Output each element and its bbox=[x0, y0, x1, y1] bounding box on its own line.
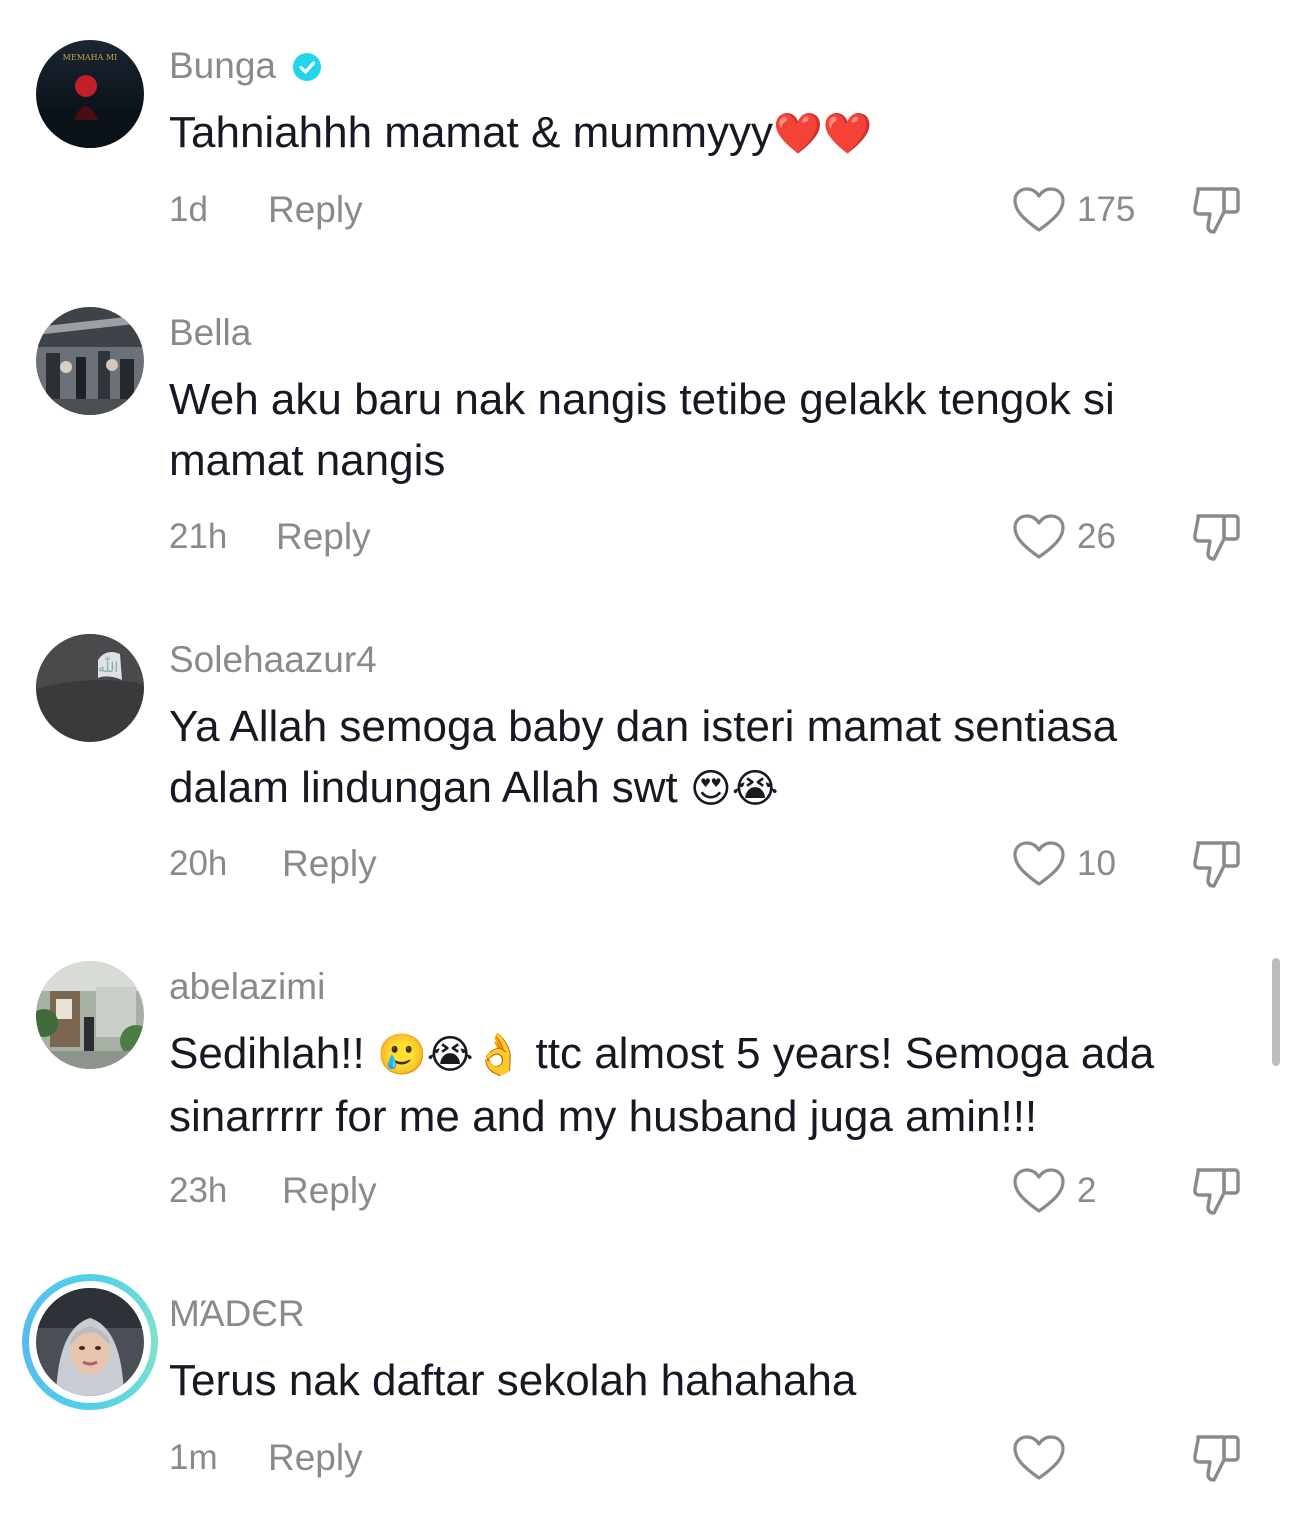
comment-text: Weh aku baru nak nangis tetibe gelakk te… bbox=[169, 375, 1115, 485]
reply-button[interactable]: Reply bbox=[268, 190, 363, 230]
avatar bbox=[36, 1288, 144, 1396]
scrollbar[interactable] bbox=[1272, 958, 1280, 1066]
comment-body: Tahniahhh mamat & mummyyy bbox=[169, 108, 773, 157]
comment-text: Terus nak daftar sekolah hahahaha bbox=[169, 1356, 857, 1405]
heart-outline-icon[interactable] bbox=[1012, 186, 1066, 234]
reply-button[interactable]: Reply bbox=[282, 1171, 377, 1211]
comment-time: 1m bbox=[169, 1438, 218, 1477]
like-count: 26 bbox=[1077, 517, 1116, 556]
avatar[interactable] bbox=[36, 961, 144, 1069]
reply-button[interactable]: Reply bbox=[268, 1438, 363, 1478]
username[interactable]: Solehaazur4 bbox=[169, 638, 377, 682]
comment-emojis: 😍😭 bbox=[690, 766, 779, 812]
thumbs-down-icon[interactable] bbox=[1190, 1165, 1246, 1217]
thumbs-down-icon[interactable] bbox=[1190, 184, 1246, 236]
comment-text: Ya Allah semoga baby dan isteri mamat se… bbox=[169, 696, 1229, 820]
comment-body: Sedihlah!! bbox=[169, 1029, 365, 1078]
username-text: Bunga bbox=[169, 45, 276, 86]
thumbs-down-icon[interactable] bbox=[1190, 838, 1246, 890]
avatar[interactable] bbox=[36, 307, 144, 415]
avatar[interactable]: MEMAHA MI bbox=[36, 40, 144, 148]
comment-time: 23h bbox=[169, 1171, 228, 1210]
username[interactable]: MΆDЄR bbox=[169, 1292, 305, 1336]
avatar[interactable]: اللّٰه bbox=[36, 634, 144, 742]
reply-button[interactable]: Reply bbox=[276, 517, 371, 557]
comment-emojis: ❤️❤️ bbox=[773, 111, 873, 157]
username[interactable]: Bella bbox=[169, 311, 251, 355]
reply-button[interactable]: Reply bbox=[282, 844, 377, 884]
username[interactable]: abelazimi bbox=[169, 965, 325, 1009]
heart-outline-icon[interactable] bbox=[1012, 1434, 1066, 1482]
comment-time: 20h bbox=[169, 844, 228, 883]
svg-text:اللّٰه: اللّٰه bbox=[98, 657, 118, 676]
like-count: 10 bbox=[1077, 844, 1116, 883]
username[interactable]: Bunga bbox=[169, 44, 322, 92]
comment-emojis: 🥲😭👌 bbox=[376, 1032, 524, 1078]
verified-badge-icon bbox=[292, 48, 322, 92]
heart-outline-icon[interactable] bbox=[1012, 1167, 1066, 1215]
thumbs-down-icon[interactable] bbox=[1190, 1432, 1246, 1484]
like-count: 175 bbox=[1077, 190, 1136, 229]
like-count: 2 bbox=[1077, 1171, 1097, 1210]
avatar-story-ring[interactable] bbox=[22, 1274, 158, 1410]
comment-time: 1d bbox=[169, 190, 208, 229]
thumbs-down-icon[interactable] bbox=[1190, 511, 1246, 563]
heart-outline-icon[interactable] bbox=[1012, 840, 1066, 888]
comment-text: Tahniahhh mamat & mummyyy❤️❤️ bbox=[169, 102, 1229, 165]
avatar-logo-text: MEMAHA MI bbox=[63, 53, 118, 62]
heart-outline-icon[interactable] bbox=[1012, 513, 1066, 561]
comment-body: Ya Allah semoga baby dan isteri mamat se… bbox=[169, 702, 1118, 812]
comment-text: Sedihlah!! 🥲😭👌 ttc almost 5 years! Semog… bbox=[169, 1023, 1229, 1147]
comment-time: 21h bbox=[169, 517, 228, 556]
